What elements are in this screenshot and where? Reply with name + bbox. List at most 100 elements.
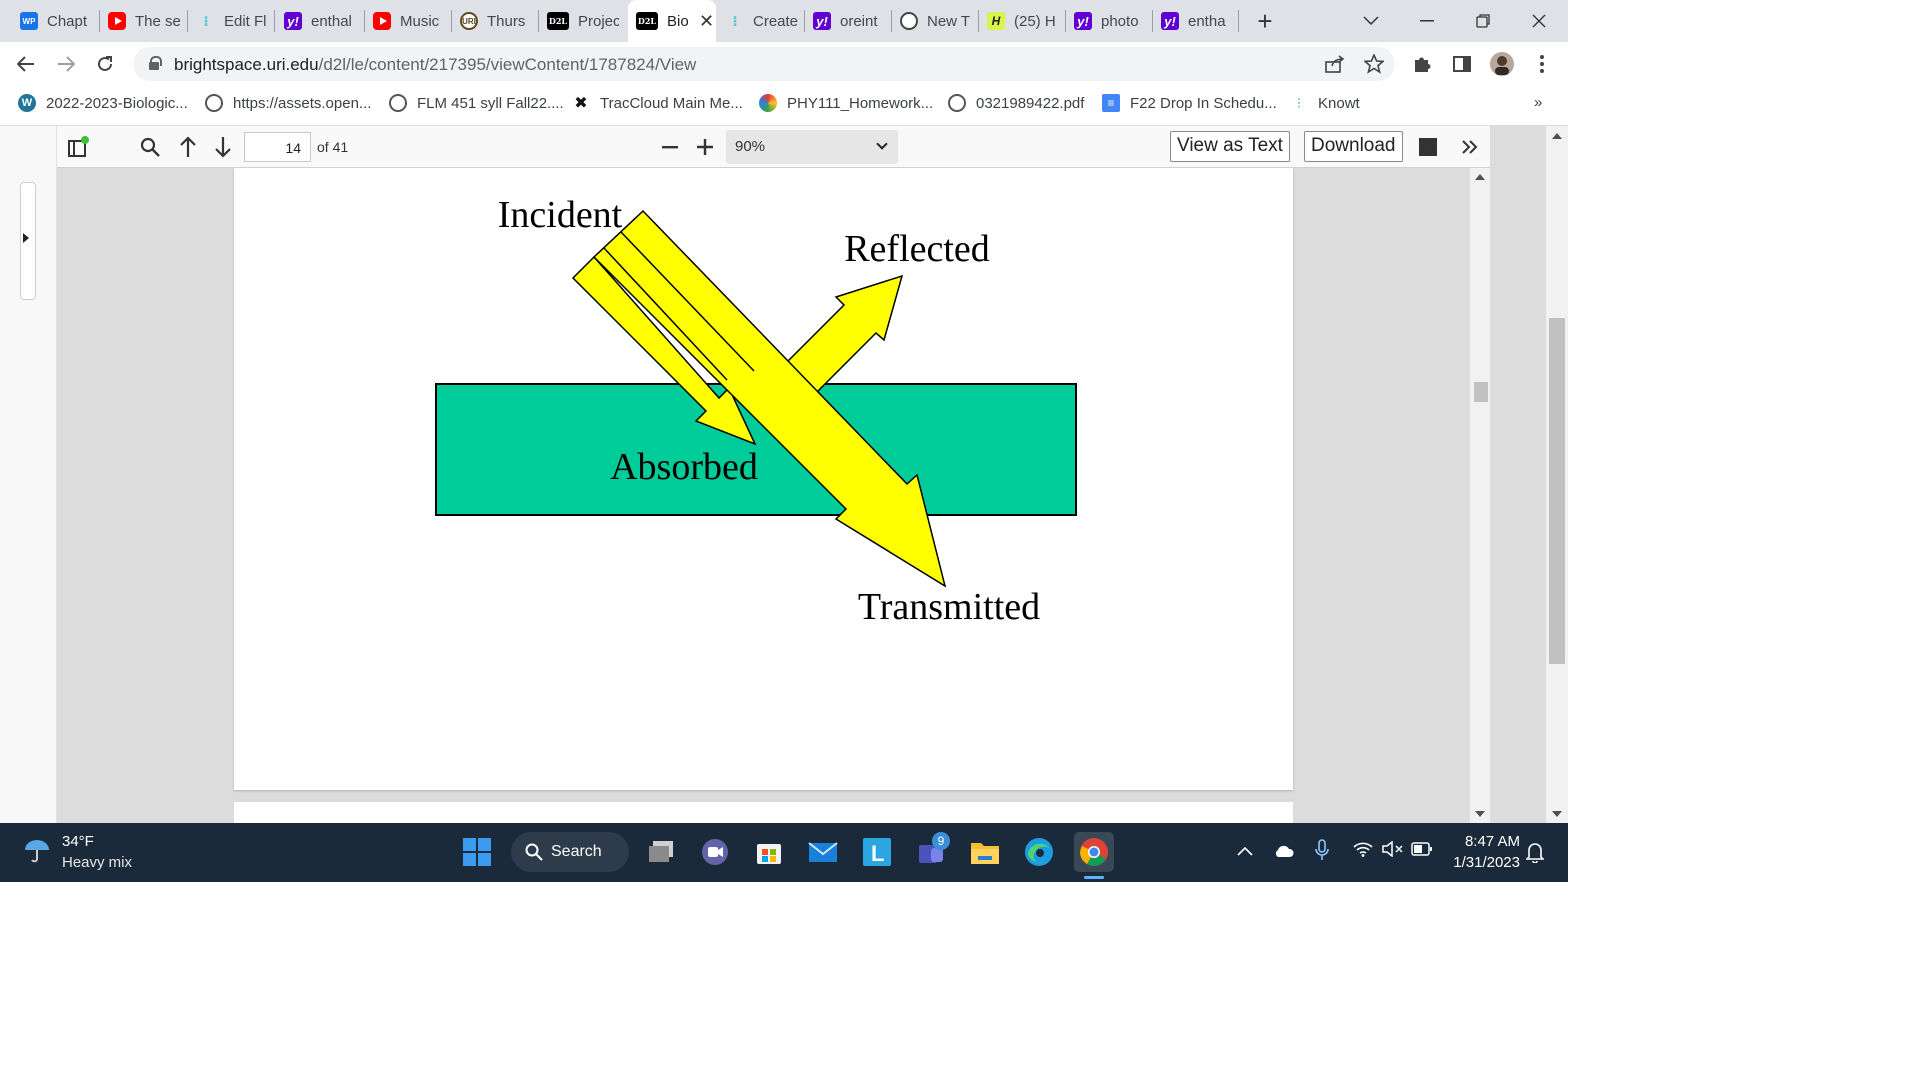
bookmark-pdf[interactable]: 0321989422.pdf bbox=[948, 94, 1084, 112]
weather-desc[interactable]: Heavy mix bbox=[62, 854, 132, 871]
search-icon bbox=[525, 843, 543, 861]
file-explorer-icon[interactable] bbox=[968, 835, 1002, 869]
back-icon[interactable] bbox=[12, 50, 40, 78]
tab-uri[interactable]: URI Thurs bbox=[460, 6, 532, 36]
traccloud-icon: ✖ bbox=[574, 95, 588, 112]
clock-date[interactable]: 1/31/2023 bbox=[1440, 854, 1520, 871]
share-icon[interactable] bbox=[1321, 50, 1349, 78]
microsoft-store-icon[interactable] bbox=[752, 835, 786, 869]
tab-edit-flashcards[interactable]: ⁝ Edit Fl bbox=[197, 6, 267, 36]
globe-icon bbox=[948, 94, 966, 112]
l-app-icon[interactable]: L bbox=[860, 835, 894, 869]
edge-browser-icon[interactable] bbox=[1022, 835, 1056, 869]
youtube-icon bbox=[108, 12, 126, 30]
address-bar[interactable]: brightspace.uri.edu/d2l/le/content/21739… bbox=[133, 47, 1395, 81]
scroll-down-icon[interactable] bbox=[1475, 811, 1485, 817]
page-scrollbar[interactable] bbox=[1546, 126, 1568, 823]
task-view-icon[interactable] bbox=[644, 835, 678, 869]
previous-page-icon[interactable] bbox=[176, 133, 200, 161]
wifi-icon[interactable] bbox=[1353, 841, 1373, 862]
transmitted-label: Transmitted bbox=[858, 586, 1040, 628]
bookmark-f22-drop-in[interactable]: ≡ F22 Drop In Schedu... bbox=[1102, 94, 1277, 112]
bookmark-knowt[interactable]: ⁝ Knowt bbox=[1290, 94, 1360, 113]
lock-icon bbox=[149, 56, 162, 70]
tab-yahoo-2[interactable]: y! oreint bbox=[813, 6, 885, 36]
profile-avatar[interactable] bbox=[1488, 50, 1516, 78]
sidebar-toggle[interactable] bbox=[20, 182, 36, 300]
clock-time[interactable]: 8:47 AM bbox=[1440, 833, 1520, 850]
side-panel-icon[interactable] bbox=[1448, 50, 1476, 78]
svg-text:L: L bbox=[871, 841, 884, 866]
view-as-text-button[interactable]: View as Text bbox=[1170, 131, 1290, 162]
scroll-up-icon[interactable] bbox=[1552, 133, 1562, 139]
tab-d2l-bio-active[interactable]: D2L Bio ✕ bbox=[628, 0, 716, 42]
bookmark-traccloud[interactable]: ✖ TracCloud Main Me... bbox=[572, 94, 743, 113]
knowt-icon: ⁝ bbox=[732, 12, 738, 29]
onedrive-cloud-icon[interactable] bbox=[1273, 843, 1295, 863]
tab-youtube-music[interactable]: Music bbox=[373, 6, 445, 36]
bookmark-phy111[interactable]: PHY111_Homework... bbox=[759, 94, 933, 112]
taskbar-search[interactable]: Search bbox=[511, 832, 629, 872]
teams-chat-icon[interactable] bbox=[698, 835, 732, 869]
close-tab-icon[interactable]: ✕ bbox=[699, 11, 714, 32]
restore-icon[interactable] bbox=[1469, 7, 1497, 35]
search-icon[interactable] bbox=[137, 133, 163, 161]
document-scroll-thumb[interactable] bbox=[1474, 382, 1488, 402]
teams-icon[interactable]: 9 bbox=[914, 832, 950, 869]
document-scrollbar[interactable] bbox=[1470, 168, 1490, 823]
mail-icon[interactable] bbox=[806, 835, 840, 869]
forward-icon[interactable] bbox=[52, 50, 80, 78]
chrome-icon[interactable] bbox=[1074, 832, 1114, 872]
page-number-input[interactable]: 14 bbox=[244, 132, 311, 162]
scroll-up-icon[interactable] bbox=[1475, 174, 1485, 180]
globe-icon bbox=[205, 94, 223, 112]
tab-new-tab[interactable]: New T bbox=[900, 6, 972, 36]
page-scroll-thumb[interactable] bbox=[1549, 318, 1565, 664]
battery-icon[interactable] bbox=[1411, 841, 1433, 861]
bookmark-assets-open[interactable]: https://assets.open... bbox=[205, 94, 371, 112]
tab-yahoo-4[interactable]: y! entha bbox=[1161, 6, 1231, 36]
weather-rain-icon[interactable] bbox=[22, 835, 52, 870]
new-tab-plus-icon[interactable]: + bbox=[1251, 6, 1279, 36]
notification-bell-icon[interactable] bbox=[1525, 841, 1545, 868]
yahoo-icon: y! bbox=[813, 12, 831, 30]
presentation-mode-icon[interactable] bbox=[1418, 133, 1438, 161]
windows-start-icon[interactable] bbox=[460, 835, 494, 869]
document-area[interactable]: Incident Reflected Absorbed Transmitted bbox=[57, 168, 1490, 823]
tab-youtube-1[interactable]: The se bbox=[108, 6, 180, 36]
reload-icon[interactable] bbox=[91, 50, 119, 78]
menu-kebab-icon[interactable] bbox=[1528, 50, 1556, 78]
tab-yahoo-3[interactable]: y! photo bbox=[1074, 6, 1146, 36]
show-hidden-icons-chevron-up-icon[interactable] bbox=[1237, 841, 1253, 861]
tab-knowt-create[interactable]: ⁝ Create bbox=[726, 6, 798, 36]
tab-chapter[interactable]: WP Chapt bbox=[20, 6, 92, 36]
sidebar-panel-icon[interactable] bbox=[65, 133, 91, 161]
d2l-icon: D2L bbox=[636, 12, 658, 30]
close-window-icon[interactable] bbox=[1525, 7, 1553, 35]
scroll-down-icon[interactable] bbox=[1552, 811, 1562, 817]
tab-yahoo-1[interactable]: y! enthal bbox=[284, 6, 356, 36]
pdf-viewer: 14 of 41 90% View as Text Download Incid… bbox=[0, 126, 1568, 823]
microphone-icon[interactable] bbox=[1315, 839, 1329, 866]
bookmark-biologic[interactable]: W 2022-2023-Biologic... bbox=[18, 94, 188, 112]
absorbed-label: Absorbed bbox=[610, 446, 758, 488]
more-tools-chevrons-icon[interactable] bbox=[1458, 133, 1482, 161]
active-app-indicator bbox=[1084, 876, 1104, 879]
download-button[interactable]: Download bbox=[1304, 131, 1403, 162]
zoom-out-icon[interactable] bbox=[658, 133, 682, 161]
bookmarks-overflow[interactable]: » bbox=[1534, 94, 1542, 111]
tab-d2l-project[interactable]: D2L Projec bbox=[547, 6, 619, 36]
extensions-puzzle-icon[interactable] bbox=[1408, 50, 1436, 78]
tab-search-chevron-icon[interactable] bbox=[1357, 7, 1385, 35]
bookmark-star-icon[interactable] bbox=[1360, 50, 1388, 78]
bookmark-flm451[interactable]: FLM 451 syll Fall22.... bbox=[389, 94, 564, 112]
next-page-icon[interactable] bbox=[211, 133, 235, 161]
url-text[interactable]: brightspace.uri.edu/d2l/le/content/21739… bbox=[174, 55, 696, 75]
tab-h[interactable]: H (25) H bbox=[987, 6, 1059, 36]
weather-temp[interactable]: 34°F bbox=[62, 833, 94, 850]
expand-arrow-icon bbox=[23, 233, 29, 243]
zoom-in-icon[interactable] bbox=[693, 133, 717, 161]
minimize-icon[interactable] bbox=[1413, 7, 1441, 35]
volume-muted-icon[interactable] bbox=[1382, 840, 1404, 862]
zoom-select[interactable]: 90% bbox=[726, 130, 898, 164]
